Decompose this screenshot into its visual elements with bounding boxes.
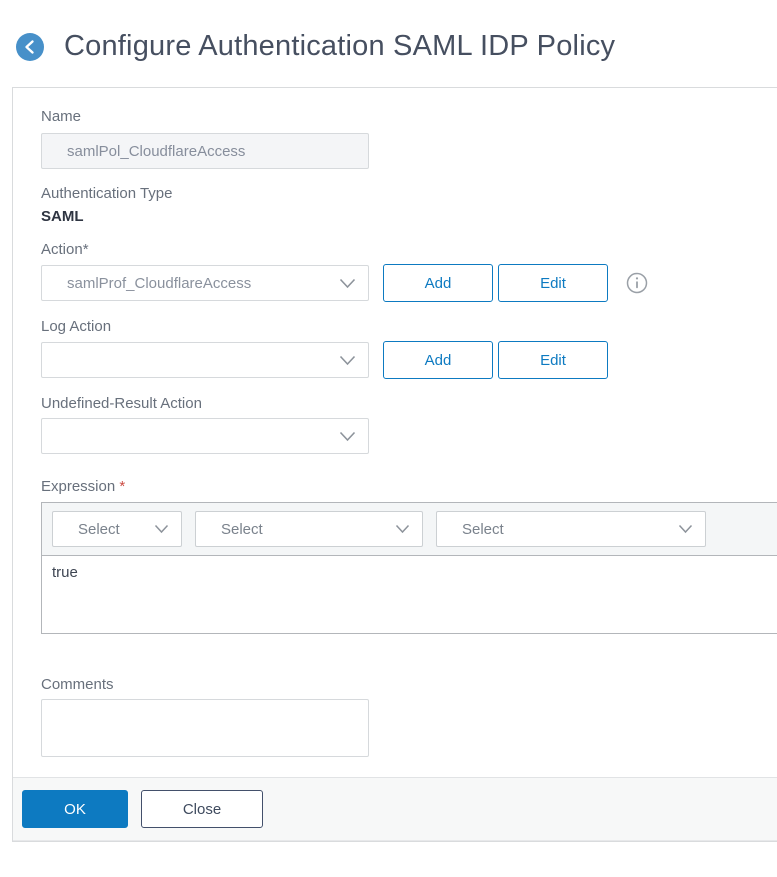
name-label: Name [41,108,82,125]
expression-select-2[interactable]: Select [195,511,423,547]
auth-type-value: SAML [41,208,84,225]
form-panel: Name Authentication Type SAML Action* sa… [12,87,777,842]
chevron-down-icon [154,524,169,534]
expression-label: Expression * [41,478,126,495]
action-select-value: samlProf_CloudflareAccess [67,274,252,292]
auth-type-label: Authentication Type [41,185,173,202]
expression-textarea[interactable]: true [42,555,777,633]
arrow-left-icon [22,39,38,55]
required-asterisk: * [119,478,126,495]
chevron-down-icon [395,524,410,534]
log-action-edit-button[interactable]: Edit [498,341,608,379]
ok-button[interactable]: OK [22,790,128,828]
action-edit-button[interactable]: Edit [498,264,608,302]
expression-builder: Select Select Select true [41,502,777,634]
undefined-action-select[interactable] [41,418,369,454]
chevron-down-icon [339,431,356,442]
form-footer: OK Close [13,777,777,841]
info-icon[interactable] [626,272,648,294]
expression-toolbar: Select Select Select [42,503,777,555]
log-action-label: Log Action [41,318,112,335]
action-select[interactable]: samlProf_CloudflareAccess [41,265,369,301]
page-header: Configure Authentication SAML IDP Policy [0,0,777,63]
expression-select-1-value: Select [78,520,120,538]
close-button[interactable]: Close [141,790,263,828]
comments-textarea[interactable] [41,699,369,757]
undefined-action-label: Undefined-Result Action [41,395,202,412]
name-input [41,133,369,169]
expression-select-1[interactable]: Select [52,511,182,547]
expression-select-3[interactable]: Select [436,511,706,547]
chevron-down-icon [339,278,356,289]
comments-label: Comments [41,676,114,693]
action-add-button[interactable]: Add [383,264,493,302]
action-label: Action* [41,241,89,258]
expression-select-3-value: Select [462,520,504,538]
chevron-down-icon [339,355,356,366]
log-action-select[interactable] [41,342,369,378]
chevron-down-icon [678,524,693,534]
page-title: Configure Authentication SAML IDP Policy [64,30,616,62]
back-button[interactable] [16,32,44,61]
expression-select-2-value: Select [221,520,263,538]
log-action-add-button[interactable]: Add [383,341,493,379]
